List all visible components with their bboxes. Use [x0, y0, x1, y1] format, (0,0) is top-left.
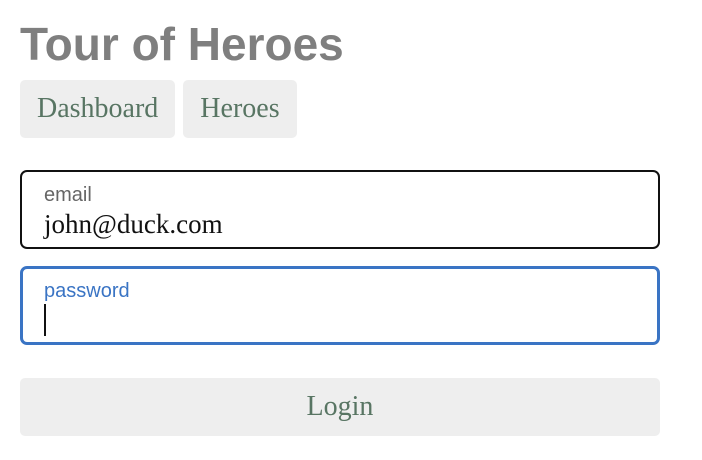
email-field[interactable]: email john@duck.com	[20, 170, 660, 249]
login-button[interactable]: Login	[20, 378, 660, 436]
email-input-value[interactable]: john@duck.com	[44, 208, 223, 240]
email-label: email	[44, 184, 92, 206]
main-nav: Dashboard Heroes	[20, 80, 297, 138]
text-cursor	[44, 304, 46, 336]
password-field[interactable]: password	[20, 266, 660, 345]
app-title: Tour of Heroes	[20, 18, 344, 70]
nav-link-dashboard[interactable]: Dashboard	[20, 80, 176, 138]
nav-link-heroes[interactable]: Heroes	[183, 80, 297, 138]
password-label: password	[44, 280, 130, 302]
